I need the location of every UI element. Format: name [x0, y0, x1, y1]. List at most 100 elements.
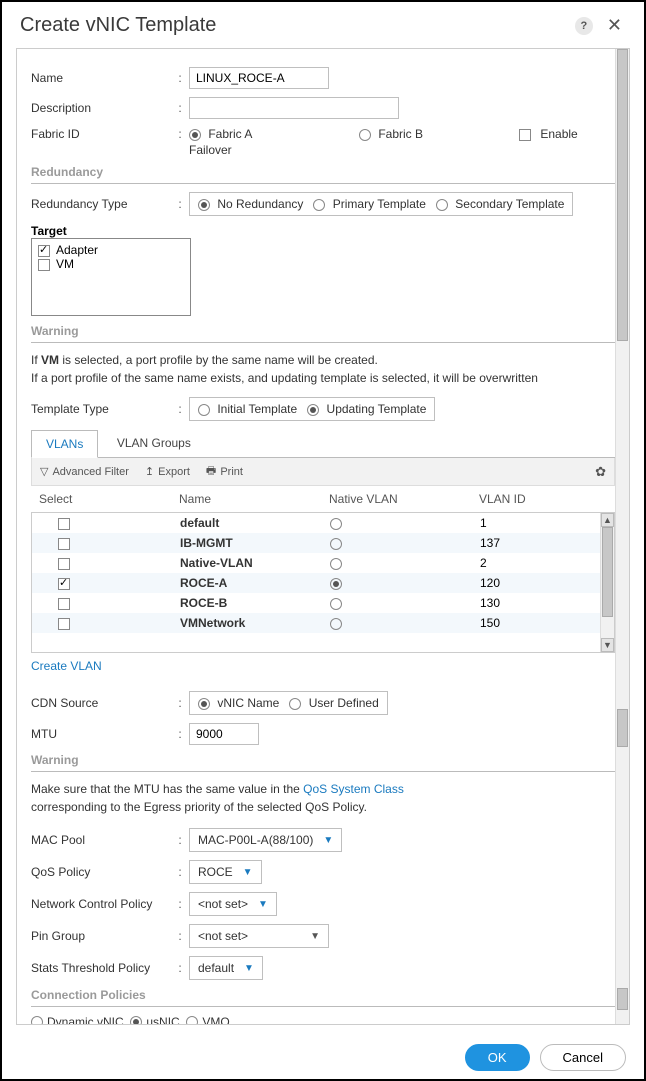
cancel-button[interactable]: Cancel [540, 1044, 626, 1071]
mac-pool-label: MAC Pool [31, 833, 171, 847]
network-control-policy-label: Network Control Policy [31, 897, 171, 911]
target-listbox[interactable]: Adapter VM [31, 238, 191, 316]
native-vlan-radio[interactable] [330, 598, 342, 610]
stats-threshold-label: Stats Threshold Policy [31, 961, 171, 975]
qos-system-class-link[interactable]: QoS System Class [303, 782, 404, 796]
gear-icon[interactable]: ✿ [595, 464, 606, 480]
cdn-user-radio[interactable] [289, 698, 301, 710]
template-type-label: Template Type [31, 402, 171, 416]
enable-failover-checkbox[interactable] [519, 129, 531, 141]
description-label: Description [31, 101, 171, 115]
scroll-up-icon[interactable]: ▲ [601, 513, 614, 527]
close-icon[interactable]: ✕ [603, 15, 626, 36]
target-vm-checkbox[interactable] [38, 259, 50, 271]
print-button[interactable]: 🖶Print [206, 462, 243, 481]
table-row[interactable]: IB-MGMT 137 [32, 533, 614, 553]
mtu-label: MTU [31, 727, 171, 741]
advanced-filter-button[interactable]: ▽Advanced Filter [40, 465, 129, 478]
tab-vlans[interactable]: VLANs [31, 430, 98, 458]
mtu-warning-text: Make sure that the MTU has the same valu… [31, 780, 615, 816]
table-row[interactable]: ROCE-A 120 [32, 573, 614, 593]
vlan-select-checkbox[interactable] [58, 578, 70, 590]
vlan-select-checkbox[interactable] [58, 518, 70, 530]
vlan-id: 2 [480, 556, 606, 570]
mtu-warning-title: Warning [31, 753, 615, 767]
vlan-name: ROCE-B [180, 596, 330, 610]
warning-title: Warning [31, 324, 615, 338]
fabric-b-label: Fabric B [378, 127, 423, 141]
stats-threshold-select[interactable]: default▼ [189, 956, 263, 980]
connection-policies-title: Connection Policies [31, 988, 615, 1002]
redundancy-secondary-radio[interactable] [436, 199, 448, 211]
filter-icon: ▽ [40, 465, 48, 478]
native-vlan-radio[interactable] [330, 538, 342, 550]
template-initial-radio[interactable] [198, 404, 210, 416]
target-label: Target [31, 224, 615, 238]
failover-label: Failover [189, 143, 359, 157]
redundancy-primary-radio[interactable] [313, 199, 325, 211]
chevron-down-icon: ▼ [310, 931, 320, 942]
vlan-id: 137 [480, 536, 606, 550]
native-vlan-radio[interactable] [330, 518, 342, 530]
qos-policy-select[interactable]: ROCE▼ [189, 860, 262, 884]
network-control-policy-select[interactable]: <not set>▼ [189, 892, 277, 916]
dialog-body: Name : Description : Fabric ID : Fabric … [16, 48, 630, 1025]
vlan-id: 1 [480, 516, 606, 530]
vlan-id: 120 [480, 576, 606, 590]
redundancy-none-radio[interactable] [198, 199, 210, 211]
dialog-title: Create vNIC Template [20, 14, 575, 37]
vlan-name: IB-MGMT [180, 536, 330, 550]
vlan-id: 130 [480, 596, 606, 610]
enable-failover-label: Enable [540, 127, 577, 141]
pin-group-label: Pin Group [31, 929, 171, 943]
dynamic-vnic-radio[interactable] [31, 1016, 43, 1024]
template-updating-radio[interactable] [307, 404, 319, 416]
vlan-table-scrollbar[interactable]: ▲ ▼ [600, 513, 614, 652]
vlan-select-checkbox[interactable] [58, 558, 70, 570]
chevron-down-icon: ▼ [323, 835, 333, 846]
vlan-select-checkbox[interactable] [58, 538, 70, 550]
table-row[interactable]: VMNetwork 150 [32, 613, 614, 633]
mac-pool-select[interactable]: MAC-P00L-A(88/100)▼ [189, 828, 342, 852]
vlan-select-checkbox[interactable] [58, 598, 70, 610]
native-vlan-radio[interactable] [330, 618, 342, 630]
export-icon: ↥ [145, 465, 154, 478]
vlan-table-header: Select Name Native VLAN VLAN ID [31, 486, 615, 513]
warning-text: If VM is selected, a port profile by the… [31, 351, 615, 387]
vlan-table: ▲ ▼ default 1 IB-MGMT 137 Native-VLAN 2 ROCE-A… [31, 513, 615, 653]
native-vlan-radio[interactable] [330, 578, 342, 590]
ok-button[interactable]: OK [465, 1044, 530, 1071]
target-adapter-checkbox[interactable] [38, 245, 50, 257]
create-vlan-link[interactable]: Create VLAN [31, 659, 102, 673]
vlan-name: ROCE-A [180, 576, 330, 590]
help-icon[interactable]: ? [575, 17, 593, 35]
vlan-name: VMNetwork [180, 616, 330, 630]
redundancy-section-title: Redundancy [31, 165, 615, 179]
scroll-down-icon[interactable]: ▼ [601, 638, 614, 652]
table-row[interactable]: Native-VLAN 2 [32, 553, 614, 573]
mtu-input[interactable] [189, 723, 259, 745]
table-row[interactable]: ROCE-B 130 [32, 593, 614, 613]
fabric-b-radio[interactable] [359, 129, 371, 141]
vlan-select-checkbox[interactable] [58, 618, 70, 630]
print-icon: 🖶 [206, 462, 216, 481]
name-input[interactable] [189, 67, 329, 89]
fabric-a-label: Fabric A [208, 127, 252, 141]
pin-group-select[interactable]: <not set>▼ [189, 924, 329, 948]
table-row[interactable]: default 1 [32, 513, 614, 533]
vmq-radio[interactable] [186, 1016, 198, 1024]
chevron-down-icon: ▼ [258, 899, 268, 910]
chevron-down-icon: ▼ [244, 963, 254, 974]
usnic-radio[interactable] [130, 1016, 142, 1024]
qos-policy-label: QoS Policy [31, 865, 171, 879]
native-vlan-radio[interactable] [330, 558, 342, 570]
export-button[interactable]: ↥Export [145, 465, 190, 478]
cdn-vnic-radio[interactable] [198, 698, 210, 710]
fabric-a-radio[interactable] [189, 129, 201, 141]
vlan-name: Native-VLAN [180, 556, 330, 570]
name-label: Name [31, 71, 171, 85]
tab-vlan-groups[interactable]: VLAN Groups [103, 430, 205, 456]
vlan-name: default [180, 516, 330, 530]
vlan-id: 150 [480, 616, 606, 630]
description-input[interactable] [189, 97, 399, 119]
